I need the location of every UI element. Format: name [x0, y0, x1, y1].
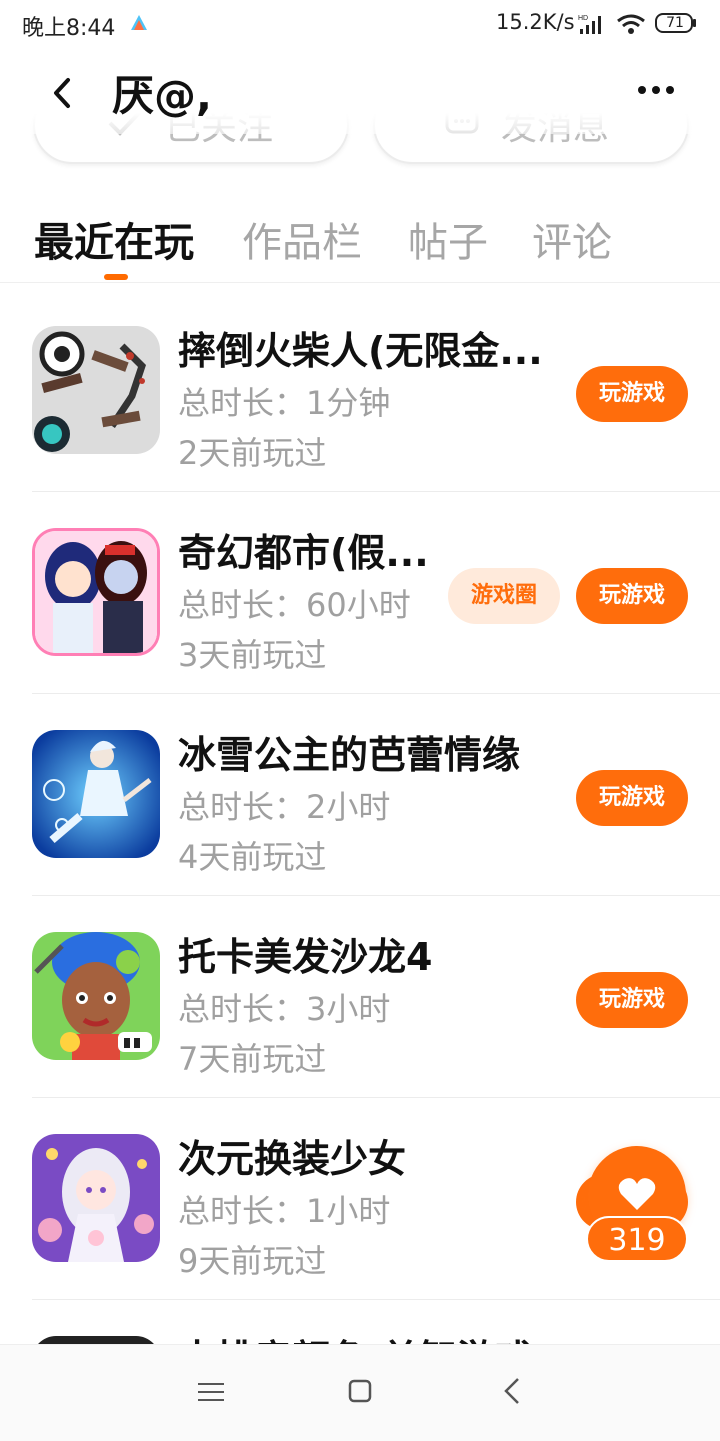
tab-recently-played[interactable]: 最近在玩 [34, 210, 194, 268]
last-played: 3天前玩过 [178, 636, 327, 674]
wifi-icon [617, 14, 645, 34]
network-speed: 15.2K/s [496, 10, 575, 34]
game-title: 冰雪公主的芭蕾情缘 [178, 733, 521, 777]
app-notification-icon [131, 15, 147, 30]
signal-icon: HD [578, 15, 601, 34]
tab-posts[interactable]: 帖子 [408, 210, 488, 268]
game-title: 水排房颜色 单智游戏 [178, 1328, 533, 1344]
game-icon [32, 1336, 160, 1344]
status-bar: 晚上8:44 15.2K/s HD 71 [0, 0, 720, 50]
game-circle-button[interactable]: 游戏圈 [448, 568, 560, 624]
game-icon [32, 932, 160, 1060]
play-duration: 总时长：3小时 [178, 990, 391, 1028]
list-item[interactable]: 冰雪公主的芭蕾情缘 总时长：2小时 4天前玩过 玩游戏 [0, 694, 720, 896]
list-item[interactable]: 奇幻都市(假... 总时长：60小时 3天前玩过 游戏圈 玩游戏 [0, 492, 720, 694]
like-count: 319 [586, 1216, 688, 1262]
tab-works[interactable]: 作品栏 [242, 210, 362, 268]
play-game-button[interactable]: 玩游戏 [576, 366, 688, 422]
battery-level: 71 [666, 15, 684, 31]
svg-text:HD: HD [578, 15, 588, 22]
system-nav-bar [0, 1344, 720, 1441]
game-title: 次元换装少女 [178, 1137, 407, 1181]
game-icon [32, 528, 160, 656]
play-game-button[interactable]: 玩游戏 [576, 770, 688, 826]
divider [32, 1299, 720, 1300]
back-icon[interactable] [502, 1377, 522, 1405]
battery-icon: 71 [655, 13, 697, 33]
play-game-button[interactable]: 玩游戏 [576, 972, 688, 1028]
back-arrow-icon[interactable] [48, 76, 78, 110]
tab-comments[interactable]: 评论 [532, 210, 612, 268]
play-duration: 总时长：2小时 [178, 788, 391, 826]
play-duration: 总时长：1小时 [178, 1192, 391, 1230]
list-item[interactable]: 托卡美发沙龙4 总时长：3小时 7天前玩过 玩游戏 [0, 896, 720, 1098]
list-item-partial[interactable]: 水排房颜色 单智游戏 [0, 1302, 720, 1344]
last-played: 9天前玩过 [178, 1242, 327, 1280]
active-tab-indicator [104, 274, 128, 280]
menu-icon[interactable] [198, 1381, 224, 1403]
last-played: 2天前玩过 [178, 434, 327, 472]
game-icon [32, 326, 160, 454]
more-options-icon[interactable] [636, 80, 676, 100]
game-title: 摔倒火柴人(无限金... [178, 329, 543, 373]
game-icon [32, 730, 160, 858]
profile-header: 厌@, [0, 50, 720, 134]
list-item[interactable]: 摔倒火柴人(无限金... 总时长：1分钟 2天前玩过 玩游戏 [0, 290, 720, 492]
game-title: 奇幻都市(假... [178, 531, 429, 575]
status-time: 晚上8:44 [22, 16, 116, 41]
play-duration: 总时长：1分钟 [178, 384, 391, 422]
play-duration: 总时长：60小时 [178, 586, 411, 624]
profile-tabs: 最近在玩 作品栏 帖子 评论 [0, 200, 720, 283]
game-icon [32, 1134, 160, 1262]
heart-icon [618, 1178, 656, 1210]
last-played: 4天前玩过 [178, 838, 327, 876]
game-title: 托卡美发沙龙4 [178, 935, 433, 979]
last-played: 7天前玩过 [178, 1040, 327, 1078]
home-icon[interactable] [348, 1379, 372, 1403]
play-game-button[interactable]: 玩游戏 [576, 568, 688, 624]
user-name: 厌@, [112, 71, 212, 120]
